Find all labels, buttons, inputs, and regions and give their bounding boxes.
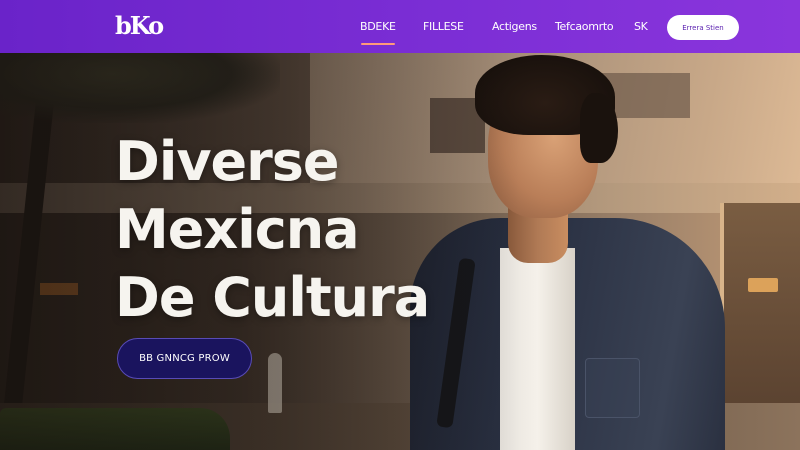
headline-line-2: Mexicna	[115, 198, 360, 261]
nav-link-actigens[interactable]: Actigens	[492, 19, 537, 35]
jacket-pocket	[585, 358, 640, 418]
nav-link-tefcaomrto[interactable]: Tefcaomrto	[555, 19, 614, 35]
headline-line-1: Diverse	[115, 130, 340, 193]
hero-cta-button[interactable]: BB GNNCG PROW	[117, 338, 252, 379]
brand-logo[interactable]: bKo	[115, 11, 164, 41]
nav-link-fillese[interactable]: FILLESE	[423, 19, 464, 35]
hero-headline: Diverse Mexicna De Cultura	[115, 128, 475, 332]
headline-line-3: De Cultura	[115, 266, 430, 329]
nav-link-sk[interactable]: SK	[634, 19, 648, 35]
warm-lamp	[748, 278, 778, 292]
top-navbar: bKo BDEKE FILLESE Actigens Tefcaomrto SK…	[0, 0, 800, 53]
nav-link-bdeke[interactable]: BDEKE	[360, 19, 396, 45]
nav-cta-button[interactable]: Errera Stien	[667, 15, 739, 40]
